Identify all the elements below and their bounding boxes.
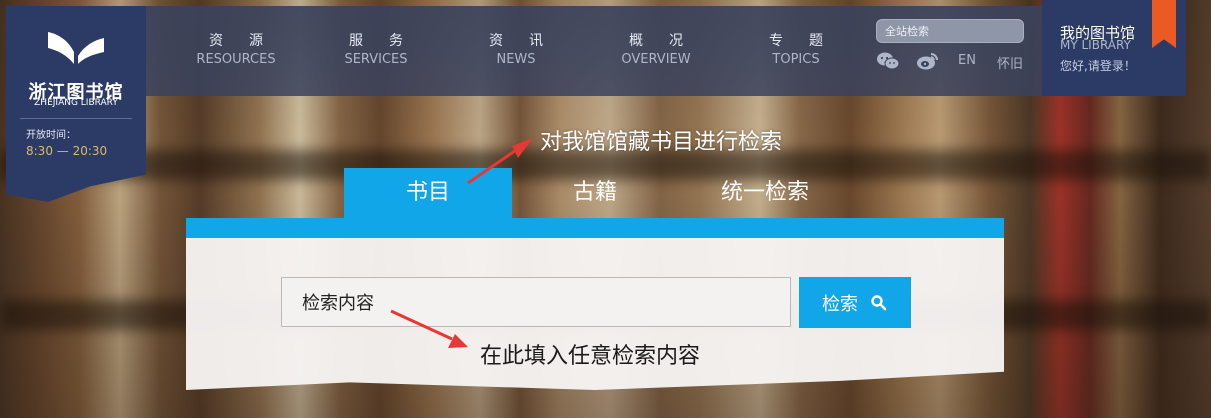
opening-hours-value: 8:30 — 20:30 — [26, 144, 108, 158]
bookmark-ribbon-icon — [1152, 0, 1176, 48]
nav-item-news[interactable]: 资讯 NEWS — [456, 30, 576, 67]
search-icon — [871, 294, 887, 310]
site-search-box[interactable] — [876, 19, 1024, 43]
nav-item-overview[interactable]: 概况 OVERVIEW — [596, 30, 716, 67]
nav-item-resources[interactable]: 资源 RESOURCES — [176, 30, 296, 67]
catalog-search-field[interactable] — [281, 277, 794, 328]
nav-label-en: RESOURCES — [196, 52, 276, 67]
nav-label-en: OVERVIEW — [621, 52, 691, 67]
catalog-search-input[interactable] — [282, 278, 794, 328]
wechat-icon — [877, 52, 900, 70]
site-search-input[interactable] — [877, 21, 1015, 42]
tab-unified-search[interactable]: 统一检索 — [690, 168, 840, 218]
weibo-icon — [917, 53, 938, 70]
wechat-link[interactable] — [876, 51, 900, 71]
tab-catalog[interactable]: 书目 — [344, 168, 512, 218]
annotation-bottom: 在此填入任意检索内容 — [480, 344, 701, 369]
nostalgia-link[interactable]: 怀旧 — [997, 53, 1023, 72]
nav-item-topics[interactable]: 专题 TOPICS — [736, 30, 856, 67]
opening-hours-label: 开放时间： — [26, 130, 76, 141]
annotation-top: 对我馆馆藏书目进行检索 — [540, 130, 783, 155]
book-logo-icon — [48, 32, 104, 64]
nav-item-services[interactable]: 服务 SERVICES — [316, 30, 436, 67]
nav-label-cn: 资讯 — [489, 33, 569, 49]
lang-en-link[interactable]: EN — [958, 53, 976, 68]
search-button[interactable]: 检索 — [799, 277, 911, 328]
library-name-en: ZHEJIANG LIBRARY — [34, 98, 118, 108]
logo-panel[interactable]: 浙江图书馆 ZHEJIANG LIBRARY 开放时间： 8:30 — 20:3… — [6, 6, 146, 202]
nav-label-cn: 服务 — [349, 33, 429, 49]
nav-label-cn: 专题 — [769, 33, 849, 49]
nav-label-en: SERVICES — [344, 52, 408, 67]
tab-ancient-books[interactable]: 古籍 — [540, 168, 650, 218]
logo-divider — [20, 118, 132, 119]
login-link[interactable]: 您好,请登录！ — [1060, 57, 1136, 74]
search-button-label: 检索 — [822, 293, 858, 315]
search-panel-header — [186, 218, 1004, 238]
nav-label-cn: 概况 — [629, 33, 709, 49]
nav-label-en: TOPICS — [772, 52, 820, 67]
my-library-title-en: MY LIBRARY — [1060, 38, 1131, 52]
nav-label-en: NEWS — [496, 52, 536, 67]
top-nav-bar: 资源 RESOURCES 服务 SERVICES 资讯 NEWS 概况 OVER… — [146, 6, 1186, 96]
nav-label-cn: 资源 — [209, 33, 289, 49]
my-library-panel[interactable]: 我的图书馆 MY LIBRARY 您好,请登录！ — [1042, 0, 1186, 96]
weibo-link[interactable] — [916, 51, 940, 71]
